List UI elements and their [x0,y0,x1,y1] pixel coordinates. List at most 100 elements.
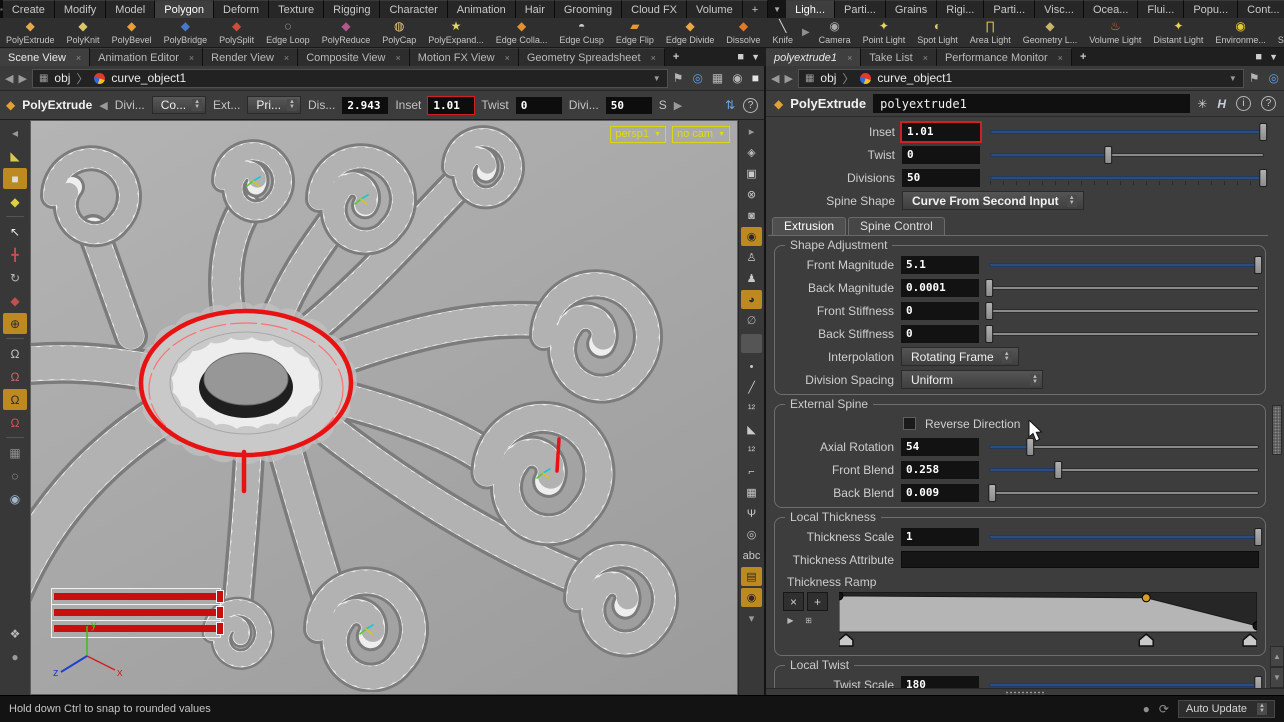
select-tool-icon[interactable]: ↖ [3,221,27,242]
shelf-tool-spotlight[interactable]: ◐ Spot Light [911,18,964,47]
shelf-tool-skylight[interactable]: ◍Sky Light [1272,18,1284,47]
collapse-toolbar-icon[interactable]: ▸ [741,122,762,141]
shelf-tab[interactable]: Rigging [324,0,381,18]
mute-lights-icon[interactable]: ⊗ [741,185,762,204]
maximize-pane-icon[interactable]: ■ [737,51,744,63]
front-magnitude-field[interactable]: 5.1 [901,255,979,274]
param-scrollbar-thumb[interactable] [1272,405,1282,455]
close-tab-icon[interactable]: × [847,53,852,63]
shelf-tab[interactable]: Flui... [1138,0,1185,18]
shelf-tool-polybridge[interactable]: ◆ PolyBridge [158,18,214,47]
lasso-select-icon[interactable]: ◌ [3,465,27,486]
shelf-tab[interactable]: Modify [54,0,107,18]
close-tab-icon[interactable]: × [395,53,400,63]
node-name-input[interactable]: polyextrude1 [873,94,1191,113]
breadcrumb[interactable]: ▦ obj 〉 curve_object1 ▼ [797,68,1244,88]
thickness-scale-slider[interactable] [989,527,1263,546]
normals-icon[interactable]: Ψ [741,504,762,523]
shelf-tool-edgecusp[interactable]: ◓ Edge Cusp [553,18,610,47]
scroll-down-icon[interactable]: ▼ [1270,667,1284,688]
shaded-objects-icon[interactable]: ◣ [3,145,27,166]
tab-spine-control[interactable]: Spine Control [848,217,945,235]
close-tab-icon[interactable]: × [923,53,928,63]
shelf-tab[interactable]: Polygon [155,0,215,18]
close-tab-icon[interactable]: × [505,53,510,63]
shelf-tab[interactable]: Parti... [984,0,1036,18]
hud-slider-handle[interactable] [216,606,224,619]
axial-rotation-slider[interactable] [989,437,1259,456]
shelf-tool-pointlight[interactable]: ✦ Point Light [857,18,912,47]
close-tab-icon[interactable]: × [76,53,81,63]
rotate-tool-icon[interactable]: ↻ [3,267,27,288]
close-tab-icon[interactable]: × [1058,53,1063,63]
close-tab-icon[interactable]: × [189,53,194,63]
polyextrude-node-icon[interactable]: ◆ [6,98,15,112]
hud-slider-handle[interactable] [216,622,224,635]
front-blend-slider[interactable] [989,460,1259,479]
op-inset-field[interactable]: 1.01 [428,96,475,114]
breadcrumb-node[interactable]: curve_object1 [877,71,952,85]
back-stiffness-field[interactable]: 0 [901,324,979,343]
twist-slider[interactable] [990,145,1264,164]
scale-tool-icon[interactable]: ◆ [3,290,27,311]
front-stiffness-field[interactable]: 0 [901,301,979,320]
axial-rotation-field[interactable]: 54 [901,437,979,456]
pane-splitter[interactable] [766,688,1284,695]
disc-tool-icon[interactable]: ● [3,646,27,667]
slider-handle[interactable] [985,301,994,320]
inset-slider[interactable] [990,122,1268,141]
slider-handle[interactable] [1259,122,1268,141]
move-tool-icon[interactable]: ╋ [3,244,27,265]
shelf-tab[interactable]: Character [380,0,448,18]
back-magnitude-field[interactable]: 0.0001 [901,278,979,297]
help-icon[interactable]: ? [1261,96,1276,111]
breadcrumb[interactable]: ▦ obj 〉 curve_object1 ▼ [31,68,668,88]
twist-scale-slider[interactable] [989,675,1263,688]
shelf-tool-camera[interactable]: ◉ Camera [813,18,857,47]
back-blend-field[interactable]: 0.009 [901,483,979,502]
shelf-tool-polyexpand[interactable]: ★ PolyExpand... [422,18,490,47]
toolbar-icon[interactable] [6,338,24,339]
add-pane-tab-button[interactable]: + [665,48,687,66]
spine-shape-dropdown[interactable]: Curve From Second Input ▲ ▼ [902,191,1084,210]
shelf-tab[interactable]: Hair [515,0,555,18]
nav-forward-icon[interactable]: ▶ [18,72,26,85]
slider-handle[interactable] [985,278,994,297]
pin-path-icon[interactable]: ⚑ [673,71,684,85]
pin-path-icon[interactable]: ⚑ [1249,71,1260,85]
shelf-tab[interactable]: + [742,0,769,18]
point-numbers-icon[interactable]: ¹² [741,399,762,418]
op-help-icon[interactable]: ? [743,97,758,113]
shelf-tab[interactable]: Animation [447,0,516,18]
front-stiffness-slider[interactable] [985,301,1259,320]
material-shading-icon[interactable]: ◕ [741,290,762,309]
pane-tab[interactable]: Performance Monitor × [936,48,1072,66]
hud-slider[interactable] [52,589,224,605]
shelf-tab[interactable]: Create [2,0,55,18]
spinner-icon[interactable]: ▲ ▼ [1001,350,1012,363]
thickness-attribute-input[interactable] [901,551,1259,568]
prim-display-icon[interactable]: ◣ [741,420,762,439]
view-location-icon[interactable]: ◉ [741,588,762,607]
division-spacing-dropdown[interactable]: Uniform ▲ ▼ [901,370,1043,389]
maximize-pane-icon[interactable]: ■ [1255,51,1262,63]
hscript-icon[interactable]: H [1217,97,1226,111]
tab-extrusion[interactable]: Extrusion [772,217,847,235]
op-distance-field[interactable]: 2.943 [342,96,389,114]
collapse-toolbar-icon[interactable]: ◂ [3,122,27,143]
snapshot-frame-icon[interactable]: ■ [752,71,759,85]
shelf-tab[interactable]: Volume [687,0,743,18]
divisions-field[interactable]: 50 [902,168,980,187]
info-icon[interactable]: i [1236,96,1251,111]
back-stiffness-slider[interactable] [985,324,1259,343]
ramp-editor[interactable] [839,592,1257,648]
shelf-tab[interactable]: Deform [214,0,270,18]
camera-selector[interactable]: persp1 ▼ [610,126,666,143]
headlight-icon[interactable]: ◉ [741,227,762,246]
slider-handle[interactable] [1104,145,1113,164]
op-extrusion-dropdown[interactable]: Pri... ▲ ▼ [247,96,301,114]
shelf-tool-edgeloop[interactable]: ◌ Edge Loop [260,18,316,47]
pane-menu-caret-icon[interactable]: ▼ [751,52,760,62]
handles-tool-icon[interactable]: ⊕ [3,313,27,334]
slider-handle[interactable] [1054,460,1063,479]
